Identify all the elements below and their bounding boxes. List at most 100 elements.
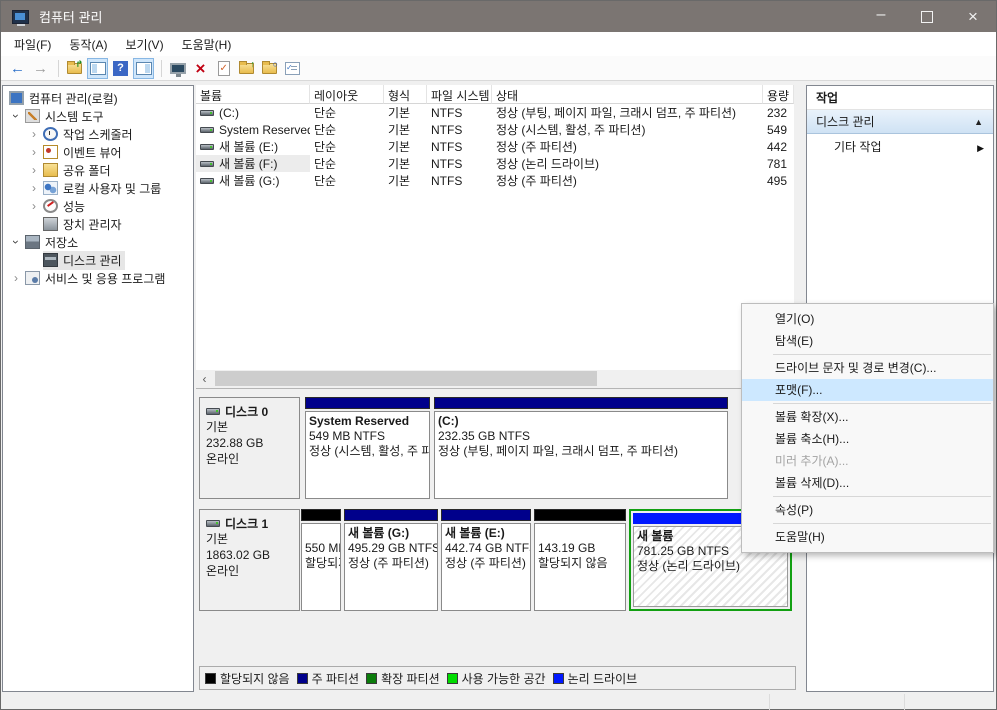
status-strip-divider	[904, 694, 905, 710]
close-icon[interactable]	[950, 1, 996, 32]
tree-item-task-scheduler[interactable]: 작업 스케줄러	[3, 125, 193, 143]
actions-title: 작업	[807, 86, 993, 110]
menu-item-help[interactable]: 도움말(H)	[742, 526, 993, 548]
shared-folders-icon	[43, 163, 58, 177]
maximize-icon[interactable]	[904, 1, 950, 32]
tree-item-system-tools[interactable]: 시스템 도구	[3, 107, 193, 125]
delete-icon[interactable]	[190, 58, 211, 79]
table-row[interactable]: System Reserved 단순 기본 NTFS 정상 (시스템, 활성, …	[196, 121, 794, 138]
forward-icon[interactable]: →	[30, 58, 51, 79]
menu-item-format[interactable]: 포맷(F)...	[742, 379, 993, 401]
console-tree: 컴퓨터 관리(로컬) 시스템 도구 작업 스케줄러 이벤트 뷰어 공유 폴더 로…	[2, 85, 194, 692]
chevron-collapsed-icon[interactable]	[25, 145, 43, 159]
device-manager-icon	[43, 217, 58, 231]
extended-partition-swatch	[366, 673, 377, 684]
folder-search-icon[interactable]: ○	[259, 58, 280, 79]
pane-splitter[interactable]	[196, 388, 794, 389]
horizontal-scrollbar[interactable]	[196, 370, 794, 387]
menu-view[interactable]: 보기(V)	[116, 33, 172, 56]
menu-item-extend-volume[interactable]: 볼륨 확장(X)...	[742, 406, 993, 428]
chevron-collapsed-icon[interactable]	[25, 181, 43, 195]
unallocated-segment-2[interactable]: 143.19 GB 할당되지 않음	[534, 509, 626, 611]
tree-item-device-manager[interactable]: 장치 관리자	[3, 215, 193, 233]
tree-item-event-viewer[interactable]: 이벤트 뷰어	[3, 143, 193, 161]
storage-icon	[25, 235, 40, 249]
column-header-filesystem[interactable]: 파일 시스템	[427, 85, 492, 104]
partition-e-drive[interactable]: 새 볼륨 (E:) 442.74 GB NTFS 정상 (주 파티션)	[441, 509, 531, 611]
computer-icon	[9, 91, 24, 105]
menu-action[interactable]: 동작(A)	[60, 33, 116, 56]
tree-item-local-users-groups[interactable]: 로컬 사용자 및 그룹	[3, 179, 193, 197]
action-pane-toggle-icon[interactable]	[133, 58, 154, 79]
column-header-volume[interactable]: 볼륨	[196, 85, 310, 104]
table-row-selected[interactable]: 새 볼륨 (F:) 단순 기본 NTFS 정상 (논리 드라이브) 781	[196, 155, 794, 172]
tree-item-disk-management[interactable]: 디스크 관리	[3, 251, 193, 269]
volume-icon	[200, 127, 214, 133]
menu-file[interactable]: 파일(F)	[5, 33, 60, 56]
partition-system-reserved[interactable]: System Reserved 549 MB NTFS 정상 (시스템, 활성,…	[305, 397, 430, 499]
column-header-layout[interactable]: 레이아웃	[310, 85, 384, 104]
menu-item-explore[interactable]: 탐색(E)	[742, 330, 993, 352]
menu-separator	[773, 354, 991, 355]
unallocated-bar	[534, 509, 626, 521]
console-tree-toggle-icon[interactable]	[87, 58, 108, 79]
tree-item-services-applications[interactable]: 서비스 및 응용 프로그램	[3, 269, 193, 287]
volume-list: 볼륨 레이아웃 형식 파일 시스템 상태 용량 (C:) 단순 기본 NTFS …	[196, 85, 794, 370]
partition-g-drive[interactable]: 새 볼륨 (G:) 495.29 GB NTFS 정상 (주 파티션)	[344, 509, 438, 611]
back-icon[interactable]: ←	[7, 58, 28, 79]
toolbar: ← → ↱ ↑ ○	[1, 56, 996, 81]
chevron-collapsed-icon[interactable]	[25, 127, 43, 141]
context-menu: 열기(O) 탐색(E) 드라이브 문자 및 경로 변경(C)... 포맷(F).…	[741, 303, 994, 553]
volume-list-header: 볼륨 레이아웃 형식 파일 시스템 상태 용량	[196, 85, 794, 104]
menu-item-delete-volume[interactable]: 볼륨 삭제(D)...	[742, 472, 993, 494]
tree-item-storage[interactable]: 저장소	[3, 233, 193, 251]
menu-help[interactable]: 도움말(H)	[173, 33, 241, 56]
column-header-status[interactable]: 상태	[492, 85, 763, 104]
window-title: 컴퓨터 관리	[39, 7, 102, 26]
properties-icon[interactable]	[282, 58, 303, 79]
column-header-type[interactable]: 형식	[384, 85, 427, 104]
scroll-left-icon[interactable]	[196, 370, 213, 387]
help-icon[interactable]	[110, 58, 131, 79]
disk0-label[interactable]: 디스크 0 기본 232.88 GB 온라인	[199, 397, 300, 499]
minimize-icon[interactable]	[858, 1, 904, 32]
column-header-capacity[interactable]: 용량	[763, 85, 794, 104]
disk-icon	[206, 520, 220, 527]
menu-item-shrink-volume[interactable]: 볼륨 축소(H)...	[742, 428, 993, 450]
tree-item-shared-folders[interactable]: 공유 폴더	[3, 161, 193, 179]
check-document-icon[interactable]	[213, 58, 234, 79]
volume-icon	[200, 110, 214, 116]
more-actions-item[interactable]: 기타 작업	[807, 134, 993, 160]
disk1-label[interactable]: 디스크 1 기본 1863.02 GB 온라인	[199, 509, 300, 611]
scrollbar-thumb[interactable]	[215, 371, 597, 386]
chevron-collapsed-icon[interactable]	[25, 199, 43, 213]
menu-separator	[773, 403, 991, 404]
primary-partition-swatch	[297, 673, 308, 684]
menu-item-change-drive-letter[interactable]: 드라이브 문자 및 경로 변경(C)...	[742, 357, 993, 379]
chevron-collapsed-icon[interactable]	[25, 163, 43, 177]
tree-item-performance[interactable]: 성능	[3, 197, 193, 215]
partition-c-drive[interactable]: (C:) 232.35 GB NTFS 정상 (부팅, 페이지 파일, 크래시 …	[434, 397, 728, 499]
primary-partition-bar	[344, 509, 438, 521]
unallocated-segment-1[interactable]: 550 MB 할당되지 않음	[301, 509, 341, 611]
chevron-expanded-icon[interactable]	[7, 235, 25, 249]
menu-item-properties[interactable]: 속성(P)	[742, 499, 993, 521]
computer-view-icon[interactable]	[167, 58, 188, 79]
disk-icon	[206, 408, 220, 415]
table-row[interactable]: 새 볼륨 (G:) 단순 기본 NTFS 정상 (주 파티션) 495	[196, 172, 794, 189]
menu-item-open[interactable]: 열기(O)	[742, 308, 993, 330]
actions-section-disk-management[interactable]: 디스크 관리	[807, 110, 993, 134]
tree-item-computer-management[interactable]: 컴퓨터 관리(로컬)	[3, 89, 193, 107]
chevron-expanded-icon[interactable]	[7, 109, 25, 123]
services-icon	[25, 271, 40, 285]
toolbar-separator	[58, 60, 59, 77]
unallocated-bar	[301, 509, 341, 521]
table-row[interactable]: 새 볼륨 (E:) 단순 기본 NTFS 정상 (주 파티션) 442	[196, 138, 794, 155]
table-row[interactable]: (C:) 단순 기본 NTFS 정상 (부팅, 페이지 파일, 크래시 덤프, …	[196, 104, 794, 121]
export-list-icon[interactable]: ↱	[64, 58, 85, 79]
partition-legend: 할당되지 않음 주 파티션 확장 파티션 사용 가능한 공간 논리 드라이브	[199, 666, 796, 690]
users-groups-icon	[43, 181, 58, 195]
collapse-up-icon[interactable]	[974, 110, 983, 134]
chevron-collapsed-icon[interactable]	[7, 271, 25, 285]
folder-up-icon[interactable]: ↑	[236, 58, 257, 79]
